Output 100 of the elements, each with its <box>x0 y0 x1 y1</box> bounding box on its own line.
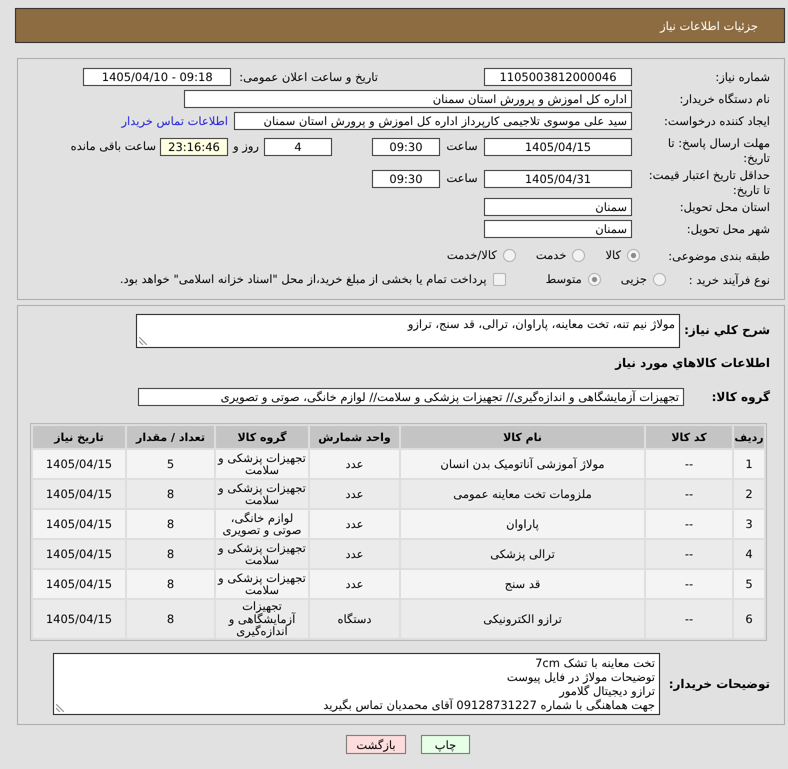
field-label: توضیحات خریدار: <box>668 676 770 692</box>
table-cell: تجهیزات پزشکی و سلامت <box>216 450 308 478</box>
table-cell: 1405/04/15 <box>33 570 125 598</box>
checkbox[interactable] <box>492 273 506 286</box>
table-cell: ملزومات تخت معاینه عمومی <box>401 480 644 508</box>
section-heading: اطلاعات کالاهاي مورد نیاز <box>615 356 770 370</box>
validity-time-field[interactable]: 09:30 <box>372 170 440 188</box>
city-field[interactable]: سمنان <box>484 220 632 238</box>
days-field[interactable]: 4 <box>264 138 332 156</box>
resize-grip-icon[interactable] <box>56 704 64 712</box>
table-cell: عدد <box>310 570 399 598</box>
remaining-label: ساعت باقی مانده <box>70 138 156 154</box>
buyer-contact-link[interactable]: اطلاعات تماس خریدار <box>121 111 228 129</box>
table-cell: 8 <box>127 540 214 568</box>
table-cell: عدد <box>310 510 399 538</box>
table-cell: 3 <box>734 510 764 538</box>
goods-group-field[interactable]: تجهیزات آزمایشگاهی و اندازه‌گیری// تجهیزات پزشکی و سلامت// لوازم خانگی، صوتی و تصویری <box>138 388 684 406</box>
radio-label: خدمت <box>536 248 566 263</box>
table-cell: 1405/04/15 <box>33 600 125 638</box>
table-cell: 6 <box>734 600 764 638</box>
deadline-time-field[interactable]: 09:30 <box>372 138 440 156</box>
field-label: ایجاد کننده درخواست: <box>663 113 770 129</box>
table-cell: 1405/04/15 <box>33 450 125 478</box>
remaining-time-field[interactable]: 23:16:46 <box>160 138 228 156</box>
table-cell: پاراوان <box>401 510 644 538</box>
column-header: واحد شمارش <box>310 426 399 448</box>
radio-button[interactable] <box>502 249 516 262</box>
table-cell: 1405/04/15 <box>33 540 125 568</box>
field-label: حداقل تاریخ اعتبار قیمت: تا تاریخ: <box>648 168 770 198</box>
radio-button[interactable] <box>572 249 586 262</box>
column-header: گروه کالا <box>216 426 308 448</box>
field-label: طبقه بندی موضوعی: <box>667 248 770 264</box>
radio-label: کالا/خدمت <box>446 248 497 263</box>
radio-label: متوسط <box>546 272 582 287</box>
table-cell: قد سنج <box>401 570 644 598</box>
radio-button[interactable] <box>588 273 601 286</box>
table-cell: تجهیزات پزشکی و سلامت <box>216 570 308 598</box>
column-header: تاریخ نیاز <box>33 426 125 448</box>
field-label: مهلت ارسال پاسخ: تا تاریخ: <box>666 136 770 166</box>
table-cell: 1405/04/15 <box>33 510 125 538</box>
table-cell: 8 <box>127 570 214 598</box>
table-cell: ترالی پزشکی <box>401 540 644 568</box>
table-cell: -- <box>646 450 732 478</box>
page-title: جزئیات اطلاعات نیاز <box>660 18 758 32</box>
time-label: ساعت <box>445 170 479 186</box>
table-cell: دستگاه <box>310 600 399 638</box>
field-label: استان محل تحویل: <box>678 199 770 215</box>
field-label: شهر محل تحویل: <box>686 221 770 237</box>
table-cell: 5 <box>127 450 214 478</box>
buyer-name-field[interactable]: اداره کل اموزش و پرورش استان سمنان <box>184 90 632 108</box>
table-cell: -- <box>646 480 732 508</box>
resize-grip-icon[interactable] <box>139 337 147 345</box>
field-label: شرح کلي نیاز: <box>683 322 770 338</box>
table-cell: -- <box>646 570 732 598</box>
requester-field[interactable]: سید علی موسوی تلاجیمی کارپرداز اداره کل اموزش و پرورش استان سمنان <box>234 112 632 130</box>
column-header: تعداد / مقدار <box>127 426 214 448</box>
table-cell: 8 <box>127 480 214 508</box>
table-cell: عدد <box>310 540 399 568</box>
field-label: نام دستگاه خریدار: <box>678 91 770 107</box>
table-cell: 2 <box>734 480 764 508</box>
table-cell: -- <box>646 510 732 538</box>
table-cell: 5 <box>734 570 764 598</box>
column-header: کد کالا <box>646 426 732 448</box>
table-cell: مولاژ آموزشی آناتومیک بدن انسان <box>401 450 644 478</box>
field-label: نوع فرآیند خرید : <box>688 272 770 288</box>
table-cell: 1405/04/15 <box>33 480 125 508</box>
buyer-notes-field[interactable]: تخت معاینه با تشک 7cm توضیحات مولاژ در فایل پیوست ترازو دیجیتال گلامور جهت هماهنگی با شماره 09128731227 آقای محمدیان تماس بگیرید <box>53 653 660 715</box>
validity-date-field[interactable]: 1405/04/31 <box>484 170 632 188</box>
table-cell: عدد <box>310 480 399 508</box>
back-button[interactable]: بازگشت <box>346 735 406 754</box>
radio-button[interactable] <box>653 273 666 286</box>
checkbox-label: پرداخت تمام یا بخشی از مبلغ خرید،از محل "اسناد خزانه اسلامی" خواهد بود. <box>120 272 487 287</box>
table-cell: ترازو الکترونیکی <box>401 600 644 638</box>
table-cell: -- <box>646 600 732 638</box>
province-field[interactable]: سمنان <box>484 198 632 216</box>
table-cell: عدد <box>310 450 399 478</box>
print-button[interactable]: چاپ <box>421 735 470 754</box>
description-field[interactable]: مولاژ نیم تنه، تخت معاینه، پاراوان، ترالی، قد سنج، ترازو <box>136 314 680 348</box>
table-cell: لوازم خانگی، صوتی و تصویری <box>216 510 308 538</box>
table-cell: 8 <box>127 510 214 538</box>
radio-button[interactable] <box>627 249 640 262</box>
column-header: ردیف <box>734 426 764 448</box>
radio-label: جزیی <box>620 272 647 287</box>
need-number-field[interactable]: 1105003812000046 <box>484 68 632 86</box>
field-label: تاریخ و ساعت اعلان عمومی: <box>239 69 378 85</box>
table-cell: 1 <box>734 450 764 478</box>
field-label: گروه کالا: <box>710 389 770 405</box>
table-cell: تجهیزات پزشکی و سلامت <box>216 480 308 508</box>
column-header: نام کالا <box>401 426 644 448</box>
field-label: شماره نیاز: <box>714 69 770 85</box>
table-cell: 4 <box>734 540 764 568</box>
table-cell: تجهیزات آزمایشگاهی و اندازه‌گیری <box>216 600 308 638</box>
time-label: ساعت <box>445 138 479 154</box>
announce-date-field[interactable]: 1405/04/10 - 09:18 <box>83 68 232 86</box>
days-label: روز و <box>232 138 260 154</box>
table-cell: -- <box>646 540 732 568</box>
table-cell: 8 <box>127 600 214 638</box>
table-cell: تجهیزات پزشکی و سلامت <box>216 540 308 568</box>
deadline-date-field[interactable]: 1405/04/15 <box>484 138 632 156</box>
radio-label: کالا <box>605 248 621 263</box>
